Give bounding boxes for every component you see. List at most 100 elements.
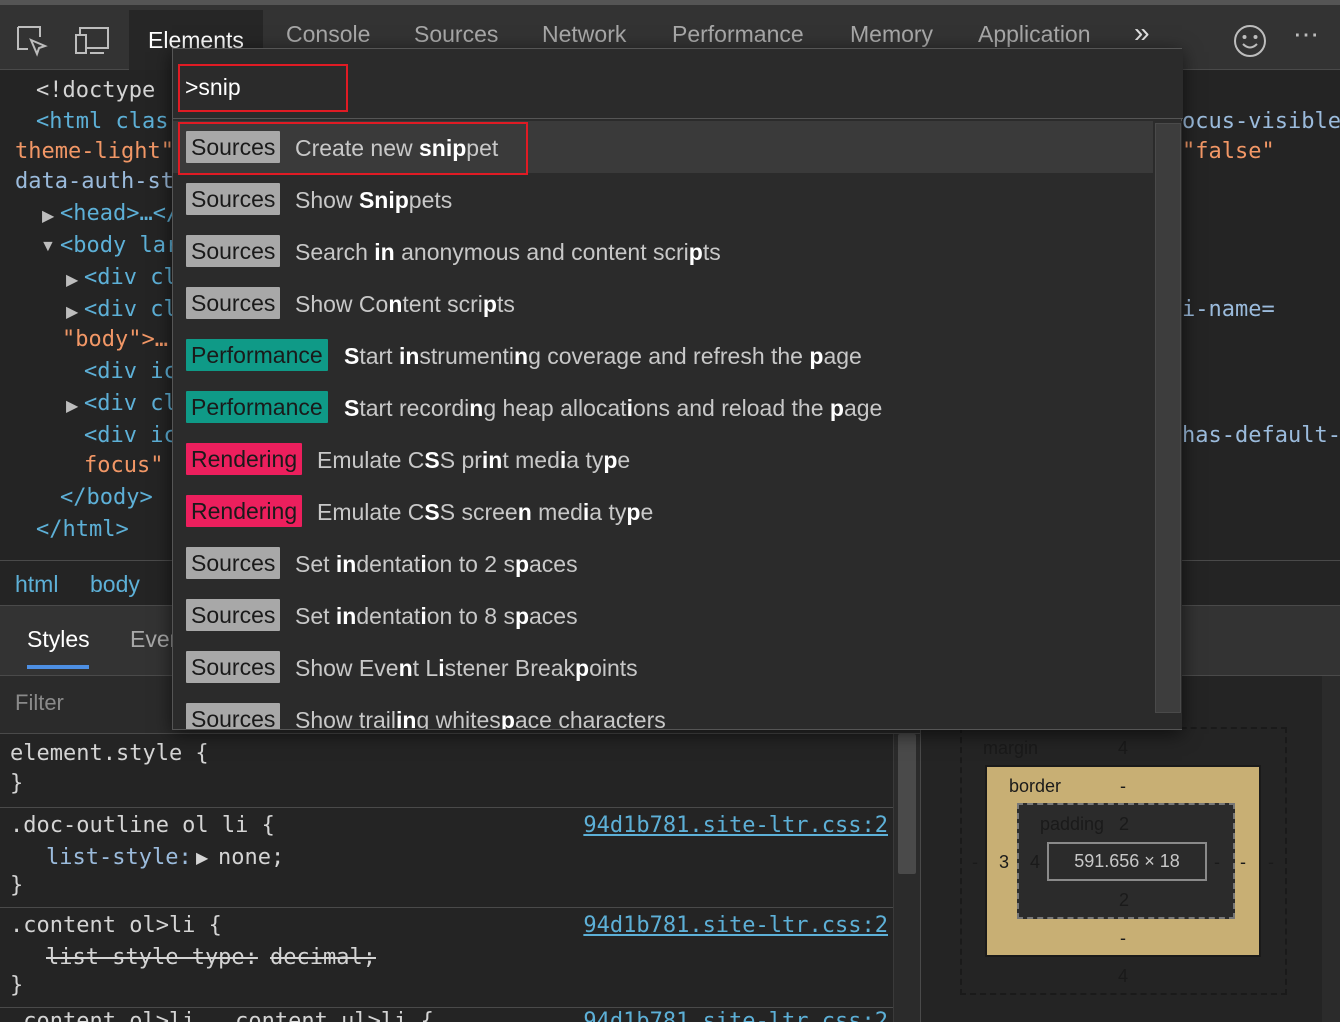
more-tabs-icon[interactable]: »: [1134, 17, 1150, 49]
tab-memory[interactable]: Memory: [850, 21, 933, 48]
rule-value-overridden[interactable]: decimal;: [270, 945, 376, 970]
device-toolbar-icon[interactable]: [74, 23, 110, 59]
tab-event-listeners[interactable]: Ever: [130, 626, 177, 653]
match-highlight: in: [481, 447, 503, 473]
command-item[interactable]: Performance Start recording heap allocati…: [173, 381, 1153, 433]
command-item[interactable]: Rendering Emulate CSS screen media type: [173, 485, 1153, 537]
code-div[interactable]: <div cl: [84, 391, 177, 416]
feedback-smiley-icon[interactable]: [1232, 23, 1268, 59]
expand-triangle-icon[interactable]: ▶: [66, 396, 78, 416]
code-body[interactable]: <body lar: [60, 233, 179, 258]
label-text: anonymous and content scri: [394, 239, 689, 265]
rule-property[interactable]: list-style:: [46, 845, 192, 870]
code-div[interactable]: <div ic: [84, 359, 177, 384]
rule-close-brace: }: [10, 973, 24, 998]
code-theme[interactable]: theme-light": [15, 139, 174, 164]
command-label: Start recording heap allocations and rel…: [344, 395, 882, 422]
code-data-auth[interactable]: data-auth-st: [15, 169, 174, 194]
rule-source-link[interactable]: 94d1b781.site-ltr.css:2: [583, 813, 888, 838]
margin-right-value[interactable]: -: [1268, 852, 1274, 873]
command-item[interactable]: Sources Set indentation to 8 spaces: [173, 589, 1153, 641]
rule-selector[interactable]: .content ol>li, .content ul>li {: [10, 1009, 434, 1022]
command-item[interactable]: Sources Search in anonymous and content s…: [173, 225, 1153, 277]
match-highlight: S: [424, 447, 440, 473]
border-right-value[interactable]: -: [1240, 852, 1246, 873]
match-highlight: S: [344, 343, 360, 369]
filter-input[interactable]: Filter: [15, 690, 64, 716]
inspect-element-icon[interactable]: [14, 23, 50, 59]
code-div[interactable]: <div cl: [84, 265, 177, 290]
command-item[interactable]: Sources Show Content scripts: [173, 277, 1153, 329]
code-body-close[interactable]: </body>: [60, 485, 153, 510]
tab-sources[interactable]: Sources: [414, 21, 498, 48]
command-menu-input-area[interactable]: >snip: [173, 49, 1183, 119]
scrollbar-thumb[interactable]: [898, 734, 916, 874]
border-bottom-value[interactable]: -: [1120, 928, 1126, 949]
command-item[interactable]: Performance Start instrumenting coverage …: [173, 329, 1153, 381]
rule-selector[interactable]: element.style {: [10, 741, 209, 766]
command-item[interactable]: Sources Show Event Listener Breakpoints: [173, 641, 1153, 693]
expand-triangle-icon[interactable]: ▶: [66, 270, 78, 290]
box-model-content[interactable]: 591.656 × 18: [1047, 842, 1207, 881]
command-category-badge: Sources: [186, 287, 281, 319]
rule-value[interactable]: none;: [218, 845, 284, 870]
command-item[interactable]: Sources Set indentation to 2 spaces: [173, 537, 1153, 589]
padding-left-value[interactable]: 4: [1030, 852, 1040, 873]
border-top-value[interactable]: -: [1120, 776, 1126, 797]
code-html-open[interactable]: <html clas: [36, 109, 168, 134]
code-body-string[interactable]: "body">…: [62, 327, 168, 352]
collapse-triangle-icon[interactable]: ▼: [40, 238, 56, 256]
customize-menu-icon[interactable]: ⋯: [1293, 19, 1319, 50]
label-text: Emulate C: [317, 499, 425, 525]
border-left-value[interactable]: 3: [999, 852, 1009, 873]
code-div[interactable]: <div ic: [84, 423, 177, 448]
breadcrumb-html[interactable]: html: [15, 571, 58, 598]
padding-top-value[interactable]: 2: [1119, 814, 1129, 835]
command-item[interactable]: Sources Show trailing whitespace characte…: [173, 693, 1153, 729]
style-rule: element.style { }: [0, 734, 893, 808]
command-item[interactable]: Sources Show Snippets: [173, 173, 1153, 225]
code-focus[interactable]: focus": [84, 453, 163, 478]
padding-right-value[interactable]: -: [1214, 852, 1220, 873]
match-highlight: p: [603, 447, 618, 473]
match-highlight: p: [575, 655, 590, 681]
box-model-scrollbar[interactable]: [1322, 676, 1340, 1022]
margin-top-value[interactable]: 4: [1118, 738, 1128, 759]
margin-left-value[interactable]: -: [972, 852, 978, 873]
label-text: t med: [502, 447, 560, 473]
code-doctype[interactable]: <!doctype: [36, 78, 155, 103]
scrollbar-thumb[interactable]: [1155, 123, 1181, 713]
label-text: aces: [529, 551, 578, 577]
command-label: Emulate CSS screen media type: [317, 499, 653, 526]
tab-console[interactable]: Console: [286, 21, 370, 48]
match-highlight: p: [829, 395, 844, 421]
padding-bottom-value[interactable]: 2: [1119, 890, 1129, 911]
label-text: ts: [496, 291, 515, 317]
tab-network[interactable]: Network: [542, 21, 626, 48]
rule-property-overridden[interactable]: list-style-type:: [46, 945, 258, 970]
rule-selector[interactable]: .content ol>li {: [10, 913, 222, 938]
match-highlight: p: [514, 551, 530, 577]
expand-triangle-icon[interactable]: ▶: [42, 206, 54, 226]
command-category-badge: Sources: [186, 183, 281, 215]
rule-source-link[interactable]: 94d1b781.site-ltr.css:2: [583, 913, 888, 938]
rule-source-link[interactable]: 94d1b781.site-ltr.css:2: [583, 1009, 888, 1022]
command-item[interactable]: Rendering Emulate CSS print media type: [173, 433, 1153, 485]
styles-scrollbar[interactable]: [893, 734, 920, 1022]
command-label: Start instrumenting coverage and refresh…: [344, 343, 862, 370]
expand-triangle-icon[interactable]: ▶: [66, 302, 78, 322]
match-highlight: in: [395, 707, 417, 729]
breadcrumb-body[interactable]: body: [90, 571, 140, 598]
match-highlight: p: [482, 291, 497, 317]
tab-application[interactable]: Application: [978, 21, 1091, 48]
code-html-close[interactable]: </html>: [36, 517, 129, 542]
expand-value-icon[interactable]: ▶: [196, 848, 208, 868]
rule-selector[interactable]: .doc-outline ol li {: [10, 813, 275, 838]
tab-performance[interactable]: Performance: [672, 21, 804, 48]
tab-styles[interactable]: Styles: [27, 626, 90, 653]
command-menu-list: Sources Create new snippet Sources Show Sni…: [173, 121, 1153, 729]
command-menu-scrollbar[interactable]: [1154, 121, 1182, 729]
code-div[interactable]: <div cl: [84, 297, 177, 322]
code-head[interactable]: <head>…</: [60, 201, 179, 226]
margin-bottom-value[interactable]: 4: [1118, 966, 1128, 987]
